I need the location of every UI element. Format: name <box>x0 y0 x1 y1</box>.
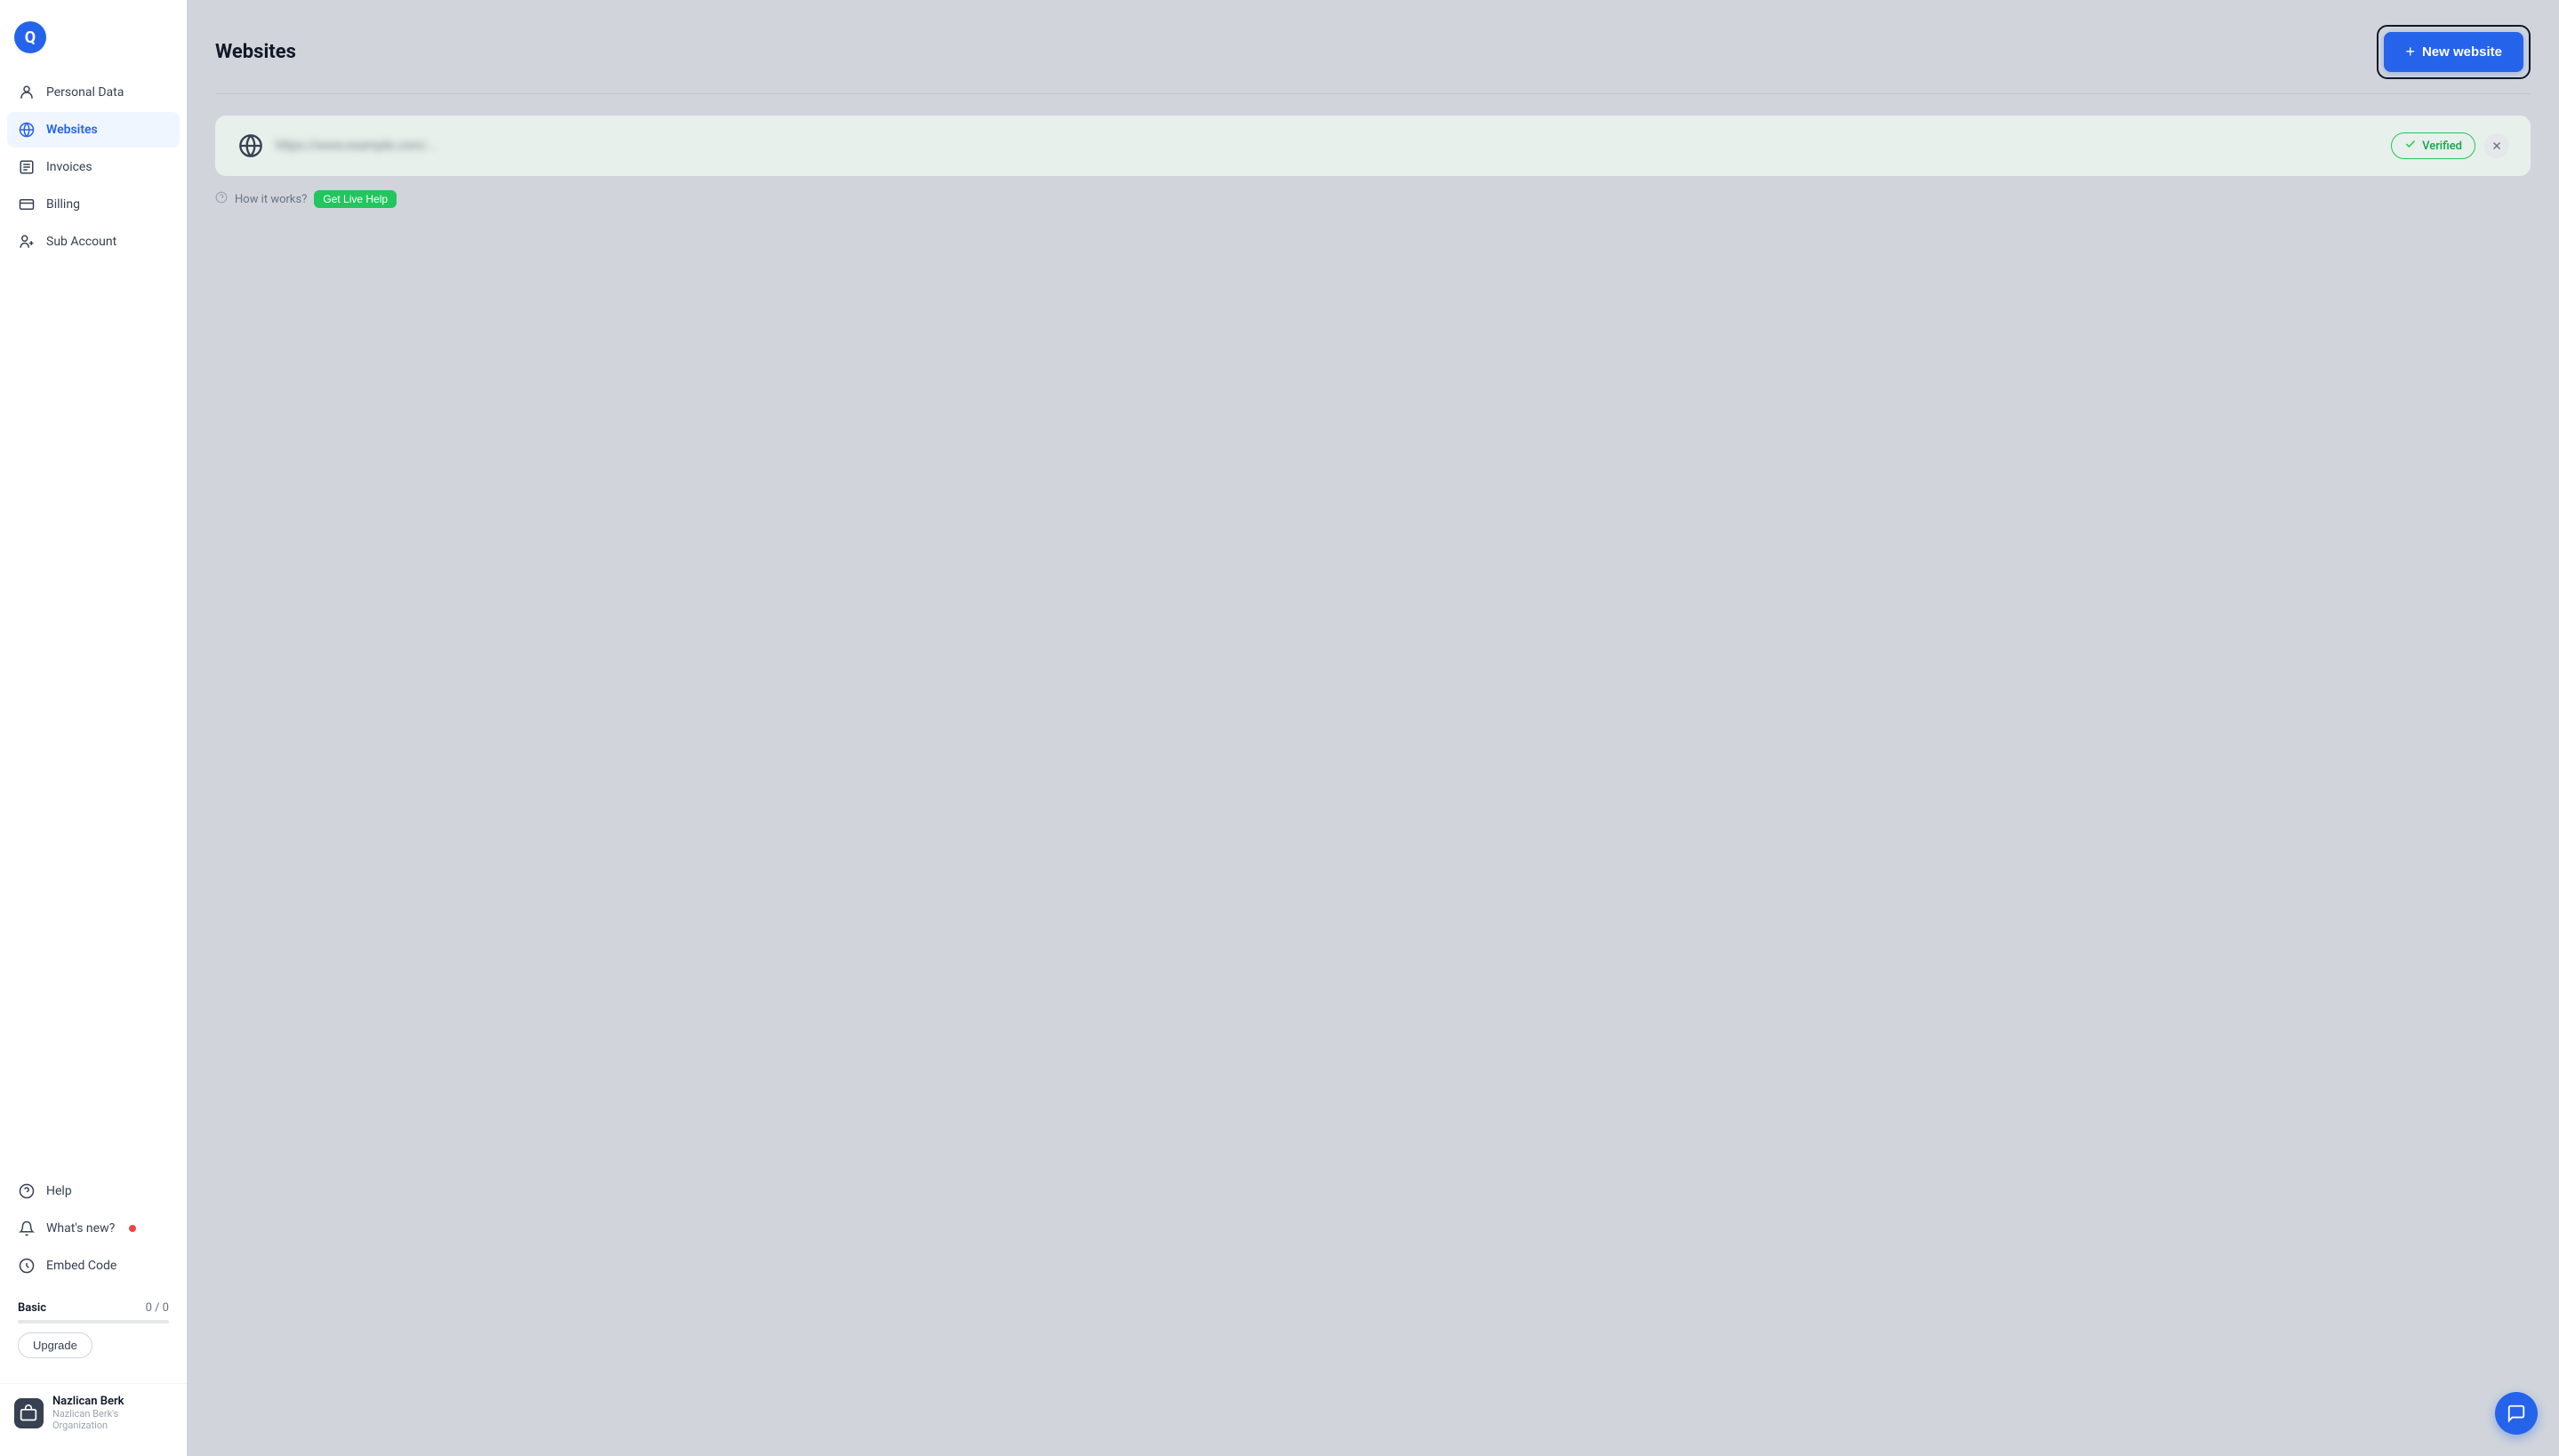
user-name: Nazlican Berk <box>52 1395 172 1408</box>
website-row: https://www.example.com/... Verified <box>215 116 2531 176</box>
plus-icon: + <box>2405 43 2415 61</box>
sidebar: Q Personal Data Websites Invoices <box>0 0 187 1456</box>
sidebar-item-embed-code[interactable]: Embed Code <box>7 1248 180 1284</box>
question-icon <box>215 191 228 207</box>
sidebar-item-invoices[interactable]: Invoices <box>7 149 180 185</box>
sidebar-item-personal-data[interactable]: Personal Data <box>7 75 180 110</box>
check-circle-icon <box>2404 138 2417 154</box>
plan-name: Basic <box>18 1301 46 1315</box>
main-content: Websites + New website https://www.examp… <box>187 0 2559 1456</box>
person-icon <box>18 84 36 101</box>
sidebar-item-whats-new[interactable]: What's new? <box>7 1211 180 1246</box>
website-globe-icon <box>237 132 265 160</box>
sidebar-item-websites[interactable]: Websites <box>7 112 180 148</box>
sidebar-item-label: Embed Code <box>46 1259 116 1273</box>
page-header: Websites + New website <box>187 0 2559 93</box>
sidebar-item-label: Invoices <box>46 160 92 174</box>
bell-icon <box>18 1220 36 1237</box>
upgrade-button[interactable]: Upgrade <box>18 1332 92 1358</box>
plan-section: Basic 0 / 0 Upgrade <box>7 1291 180 1369</box>
sidebar-item-label: Billing <box>46 197 80 212</box>
user-section: Nazlican Berk Nazlican Berk's Organizati… <box>0 1383 187 1442</box>
app-logo: Q <box>14 21 46 53</box>
how-it-works-row: How it works? Get Live Help <box>215 190 2531 208</box>
help-icon <box>18 1182 36 1200</box>
sidebar-item-label: Help <box>46 1184 72 1198</box>
user-org: Nazlican Berk's Organization <box>52 1408 172 1431</box>
sidebar-logo: Q <box>0 14 187 75</box>
plan-count: 0 / 0 <box>146 1301 169 1315</box>
plan-progress-bar <box>18 1320 169 1324</box>
embed-icon <box>18 1257 36 1275</box>
invoice-icon <box>18 158 36 176</box>
sidebar-item-sub-account[interactable]: Sub Account <box>7 224 180 260</box>
globe-nav-icon <box>18 121 36 139</box>
chat-fab-button[interactable] <box>2495 1392 2538 1435</box>
billing-icon <box>18 196 36 213</box>
sidebar-item-label: Websites <box>46 123 98 137</box>
notification-dot <box>129 1225 136 1232</box>
how-it-works-text: How it works? <box>235 193 307 206</box>
get-live-help-button[interactable]: Get Live Help <box>314 190 397 208</box>
user-info: Nazlican Berk Nazlican Berk's Organizati… <box>52 1395 172 1431</box>
page-title: Websites <box>215 41 296 63</box>
plan-header: Basic 0 / 0 <box>18 1301 169 1315</box>
sidebar-item-label: Sub Account <box>46 235 116 249</box>
websites-list: https://www.example.com/... Verified How… <box>187 94 2559 1456</box>
new-website-button[interactable]: + New website <box>2384 32 2523 72</box>
sidebar-item-help[interactable]: Help <box>7 1173 180 1209</box>
sidebar-item-billing[interactable]: Billing <box>7 187 180 222</box>
website-url: https://www.example.com/... <box>276 139 437 153</box>
sub-account-icon <box>18 233 36 251</box>
website-row-right: Verified <box>2391 132 2509 159</box>
sidebar-item-label: What's new? <box>46 1221 115 1236</box>
new-website-btn-container: + New website <box>2377 25 2531 79</box>
sidebar-item-label: Personal Data <box>46 85 124 100</box>
remove-website-button[interactable] <box>2484 133 2509 158</box>
verified-badge: Verified <box>2391 132 2475 159</box>
nav-bottom-menu: Help What's new? Embed Code <box>0 1173 187 1284</box>
website-row-left: https://www.example.com/... <box>237 132 437 160</box>
nav-menu: Personal Data Websites Invoices Billing <box>0 75 187 1173</box>
avatar <box>14 1398 44 1428</box>
